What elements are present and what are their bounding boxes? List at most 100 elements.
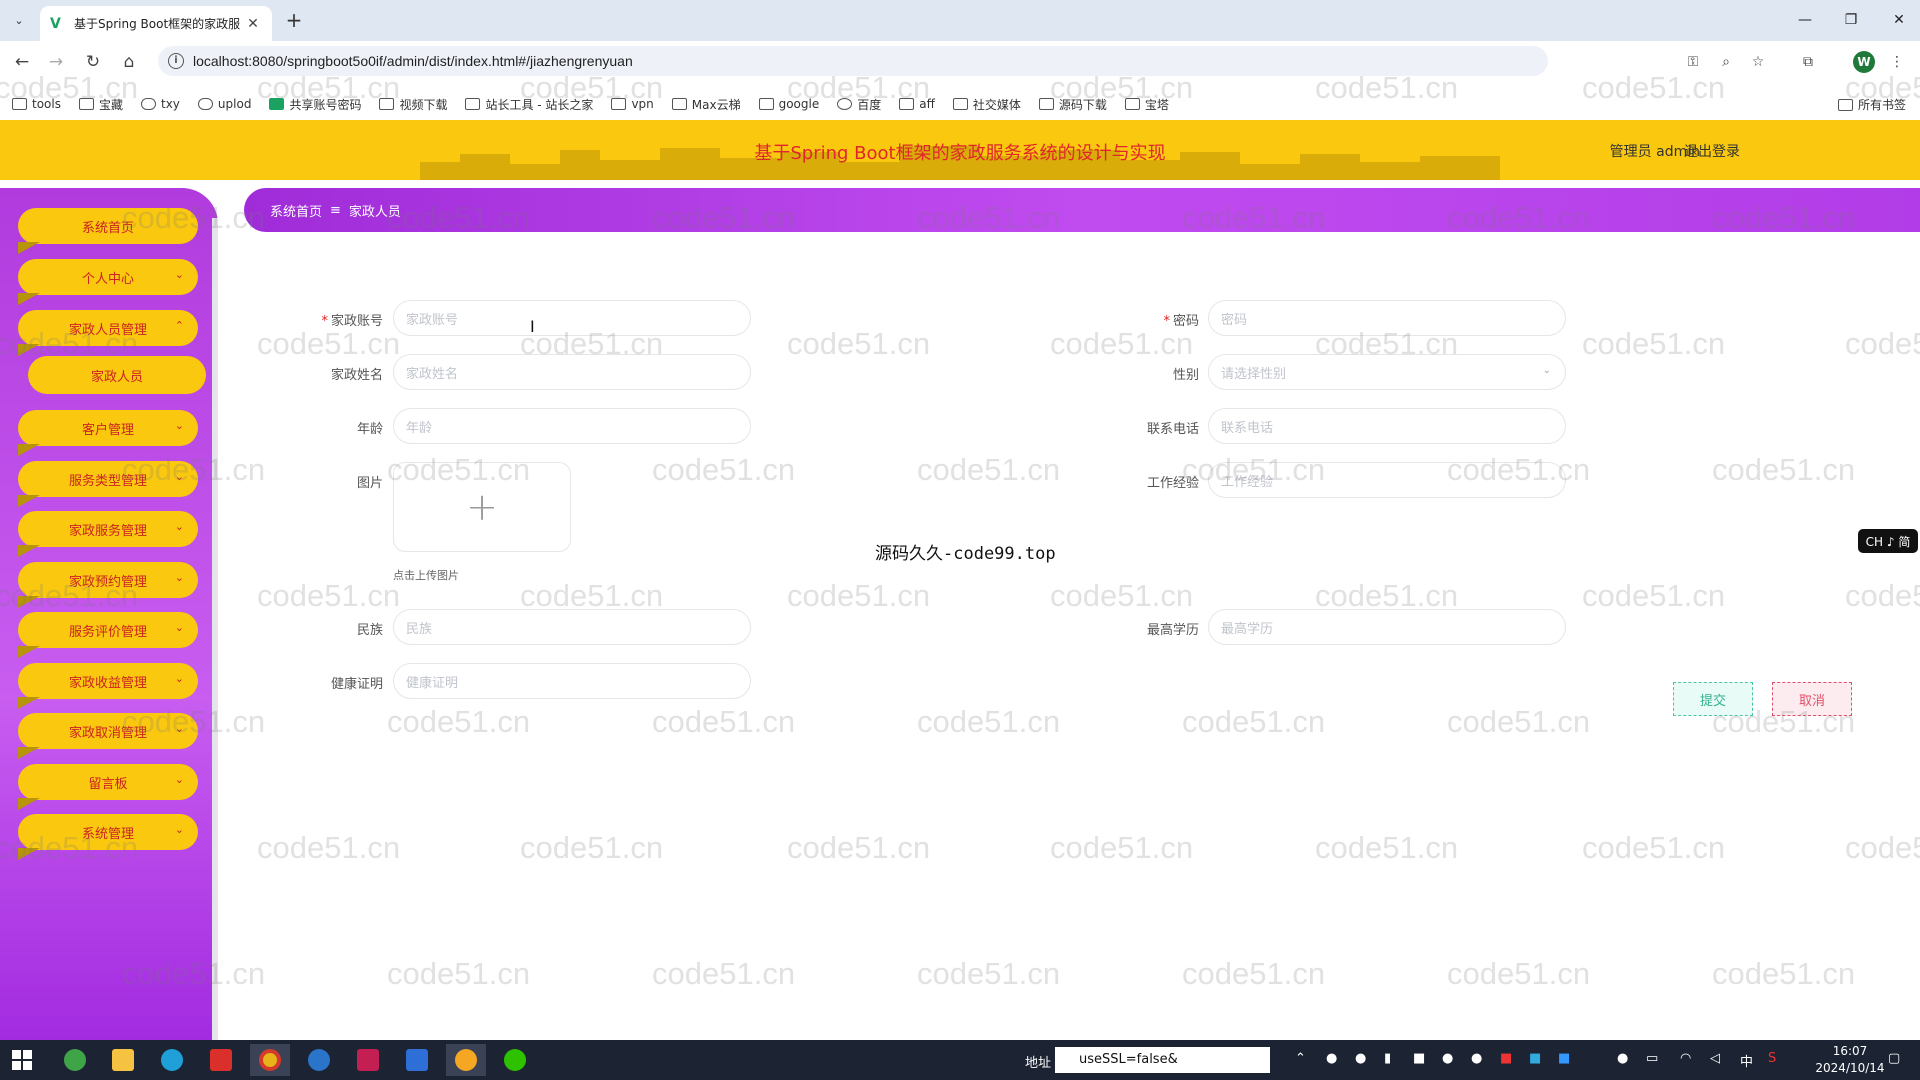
cancel-button[interactable]: 取消 bbox=[1772, 682, 1852, 716]
intellij-icon[interactable] bbox=[348, 1044, 388, 1076]
tab-list-icon[interactable]: ⌄ bbox=[8, 9, 30, 31]
sidebar-item-earnings[interactable]: 家政收益管理 ⌄ bbox=[18, 663, 198, 709]
wifi-icon[interactable]: ◠ bbox=[1680, 1051, 1691, 1066]
wechat-icon[interactable] bbox=[495, 1044, 535, 1076]
clock-time[interactable]: 16:07 bbox=[1816, 1044, 1884, 1058]
forward-icon[interactable]: → bbox=[43, 49, 69, 75]
gender-select[interactable]: 请选择性别 ⌄ bbox=[1208, 354, 1566, 390]
ethnicity-input[interactable]: 民族 bbox=[393, 609, 751, 645]
ime-language-indicator[interactable]: 中 bbox=[1740, 1051, 1753, 1070]
app-blue-icon[interactable] bbox=[397, 1044, 437, 1076]
tray-expand-icon[interactable]: ⌃ bbox=[1295, 1051, 1306, 1066]
bookmark-item[interactable]: uplod bbox=[197, 97, 251, 111]
bookmark-item[interactable]: 视频下载 bbox=[379, 96, 447, 113]
tray-mic-icon[interactable]: ▮ bbox=[1384, 1051, 1391, 1066]
bookmark-item[interactable]: 宝塔 bbox=[1124, 96, 1169, 113]
submit-button[interactable]: 提交 bbox=[1673, 682, 1753, 716]
tray-app-icon[interactable]: ■ bbox=[1500, 1051, 1512, 1066]
phone-input[interactable]: 联系电话 bbox=[1208, 408, 1566, 444]
sogou-icon[interactable]: S bbox=[1768, 1051, 1776, 1066]
logout-link[interactable]: 退出登录 bbox=[1684, 141, 1740, 161]
site-info-icon[interactable]: i bbox=[168, 53, 184, 69]
new-tab-button[interactable]: + bbox=[282, 8, 306, 32]
tray-app-icon[interactable]: ● bbox=[1355, 1051, 1366, 1066]
watermark-text: code51.cn bbox=[387, 704, 531, 739]
bookmark-item[interactable]: 百度 bbox=[837, 96, 881, 113]
sidebar-item-staff-management[interactable]: 家政人员管理 ⌃ bbox=[18, 310, 198, 356]
back-icon[interactable]: ← bbox=[9, 49, 35, 75]
restore-icon[interactable]: ❐ bbox=[1836, 8, 1866, 32]
sidebar-item-reviews[interactable]: 服务评价管理 ⌄ bbox=[18, 612, 198, 658]
bookmark-item[interactable]: google bbox=[758, 97, 819, 111]
account-input[interactable]: 家政账号 bbox=[393, 300, 751, 336]
sidebar-item-bookings[interactable]: 家政预约管理 ⌄ bbox=[18, 562, 198, 608]
name-input[interactable]: 家政姓名 bbox=[393, 354, 751, 390]
sidebar-item-label: 家政收益管理 bbox=[68, 675, 147, 691]
battery-icon[interactable]: ▭ bbox=[1646, 1051, 1658, 1066]
volume-icon[interactable]: ◁ bbox=[1710, 1051, 1720, 1066]
image-upload-button[interactable]: + bbox=[393, 462, 571, 552]
bookmark-item[interactable]: txy bbox=[141, 97, 180, 111]
tray-app-icon[interactable]: ■ bbox=[1529, 1051, 1541, 1066]
sidebar-item-customers[interactable]: 客户管理 ⌄ bbox=[18, 410, 198, 456]
browser-menu-icon[interactable]: ⋮ bbox=[1887, 52, 1907, 72]
sidebar-item-services[interactable]: 家政服务管理 ⌄ bbox=[18, 511, 198, 557]
folder-icon bbox=[78, 98, 94, 110]
bookmark-item[interactable]: tools bbox=[12, 97, 61, 111]
tray-app-icon[interactable]: ● bbox=[1471, 1051, 1482, 1066]
bookmark-item[interactable]: 社交媒体 bbox=[952, 96, 1021, 113]
minimize-icon[interactable]: — bbox=[1790, 8, 1820, 32]
bookmark-item[interactable]: 共享账号密码 bbox=[269, 96, 361, 113]
tray-app-icon[interactable]: ● bbox=[1326, 1051, 1337, 1066]
breadcrumb-home[interactable]: 系统首页 bbox=[270, 201, 322, 220]
experience-input[interactable]: 工作经验 bbox=[1208, 462, 1566, 498]
bookmark-item[interactable]: Max云梯 bbox=[671, 96, 741, 113]
bookmark-item[interactable]: vpn bbox=[611, 97, 654, 111]
edge-icon[interactable] bbox=[152, 1044, 192, 1076]
sidebar-item-cancellations[interactable]: 家政取消管理 ⌄ bbox=[18, 713, 198, 759]
app-check-icon[interactable] bbox=[299, 1044, 339, 1076]
bookmark-item[interactable]: 宝藏 bbox=[78, 96, 123, 113]
education-input[interactable]: 最高学历 bbox=[1208, 609, 1566, 645]
bookmark-item[interactable]: aff bbox=[899, 97, 935, 111]
tray-app-icon[interactable]: ■ bbox=[1558, 1051, 1570, 1066]
address-bar[interactable]: i localhost:8080/springboot5o0if/admin/d… bbox=[158, 46, 1764, 76]
clock-date[interactable]: 2024/10/14 bbox=[1800, 1061, 1900, 1075]
health-input[interactable]: 健康证明 bbox=[393, 663, 751, 699]
bookmark-star-icon[interactable]: ☆ bbox=[1748, 52, 1768, 72]
all-bookmarks[interactable]: 所有书签 bbox=[1837, 96, 1906, 113]
wps-icon[interactable] bbox=[201, 1044, 241, 1076]
tray-app-icon[interactable]: ● bbox=[1442, 1051, 1453, 1066]
app-orange-icon[interactable] bbox=[446, 1044, 486, 1076]
app-green-icon[interactable] bbox=[55, 1044, 95, 1076]
age-input[interactable]: 年龄 bbox=[393, 408, 751, 444]
extensions-icon[interactable]: ⧉ bbox=[1798, 52, 1818, 72]
ime-badge[interactable]: CH ♪ 简 bbox=[1858, 529, 1918, 553]
chrome-icon[interactable] bbox=[250, 1044, 290, 1076]
sidebar-item-service-types[interactable]: 服务类型管理 ⌄ bbox=[18, 461, 198, 507]
notification-icon[interactable]: ▢ bbox=[1888, 1051, 1900, 1066]
bookmark-item[interactable]: 站长工具 - 站长之家 bbox=[465, 96, 593, 113]
sidebar-item-system[interactable]: 系统管理 ⌄ bbox=[18, 814, 198, 860]
active-tab[interactable]: V 基于Spring Boot框架的家政服 ✕ bbox=[40, 6, 272, 41]
zoom-icon[interactable]: ⌕ bbox=[1716, 52, 1736, 72]
chevron-down-icon: ⌄ bbox=[174, 268, 184, 281]
address-toolbar-input[interactable]: useSSL=false& bbox=[1055, 1047, 1270, 1073]
home-icon[interactable]: ⌂ bbox=[116, 49, 142, 75]
profile-avatar[interactable]: W bbox=[1853, 51, 1875, 73]
tray-app-icon[interactable]: ■ bbox=[1413, 1051, 1425, 1066]
bookmark-item[interactable]: 源码下载 bbox=[1038, 96, 1107, 113]
window-close-icon[interactable]: ✕ bbox=[1884, 8, 1914, 32]
watermark-text: code51.cn bbox=[1447, 956, 1591, 991]
sidebar-item-message-board[interactable]: 留言板 ⌄ bbox=[18, 764, 198, 810]
sidebar-item-profile[interactable]: 个人中心 ⌄ bbox=[18, 259, 198, 305]
tab-close-icon[interactable]: ✕ bbox=[244, 16, 262, 32]
file-explorer-icon[interactable] bbox=[103, 1044, 143, 1076]
sidebar-item-home[interactable]: 系统首页 bbox=[18, 208, 198, 254]
password-input[interactable]: 密码 bbox=[1208, 300, 1566, 336]
sidebar-subitem-staff[interactable]: 家政人员 bbox=[28, 356, 206, 394]
windows-start-icon[interactable] bbox=[12, 1050, 32, 1070]
tray-wechat-icon[interactable]: ● bbox=[1617, 1051, 1628, 1066]
reload-icon[interactable]: ↻ bbox=[80, 49, 106, 75]
password-key-icon[interactable]: ⚿ bbox=[1683, 52, 1703, 72]
